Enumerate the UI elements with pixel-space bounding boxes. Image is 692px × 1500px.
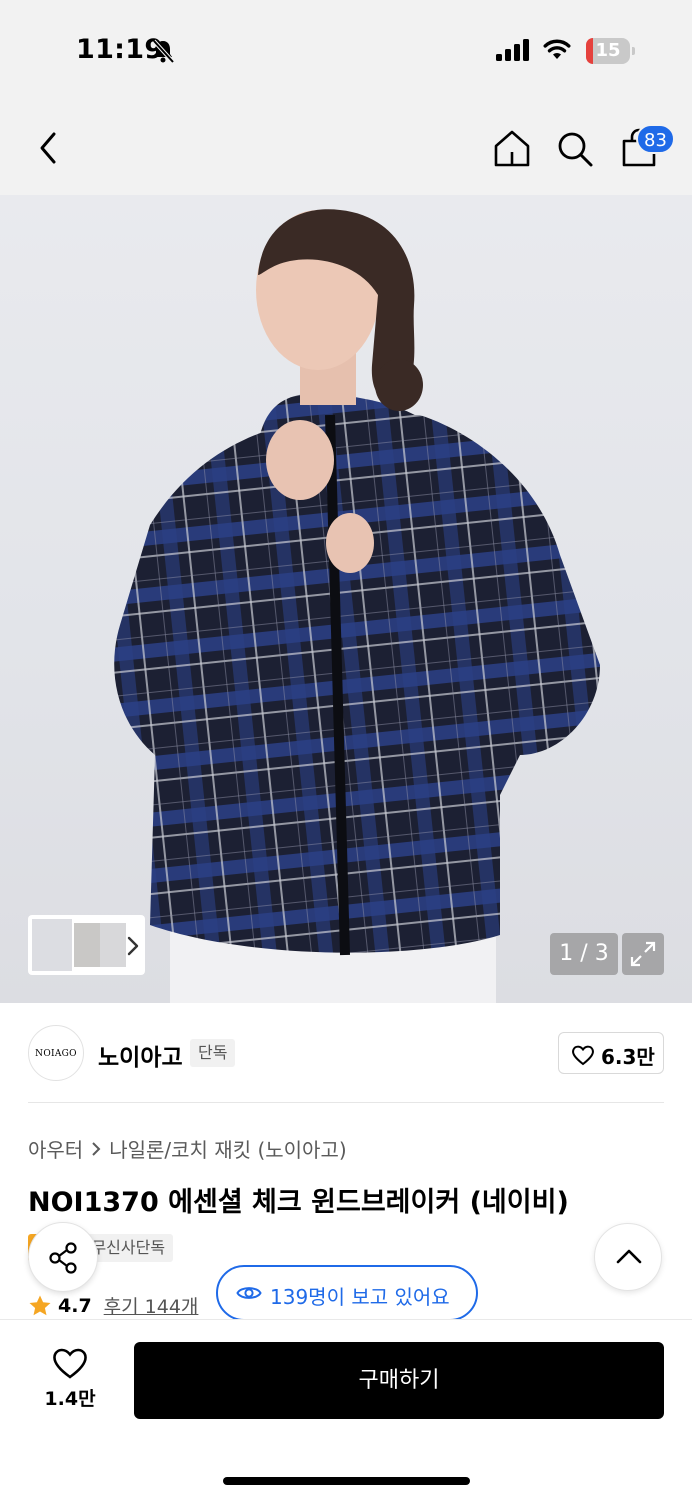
thumbnail-1[interactable] [32,919,72,971]
chevron-up-icon [616,1249,642,1264]
brand-name[interactable]: 노이아고 [98,1038,183,1072]
product-title: NOI1370 에센셜 체크 윈드브레이커 (네이비) [28,1187,569,1218]
review-count-link[interactable]: 후기 144개 [104,1292,199,1319]
search-icon[interactable] [556,130,594,168]
image-pager: 1 / 3 [550,933,618,975]
brand-like-count: 6.3만 [601,1045,655,1069]
heart-icon [572,1045,594,1066]
cart-count-badge[interactable]: 83 [636,124,675,154]
brand-exclusive-tag: 단독 [190,1039,236,1067]
wifi-icon [543,39,571,59]
status-bar: 11:19 15 [0,0,692,100]
breadcrumb-category[interactable]: 아우터 [28,1134,83,1163]
rating-score: 4.7 [58,1294,92,1317]
product-photo [114,209,601,1003]
thumbnail-2[interactable] [74,923,100,967]
brand-logo[interactable]: NOIAGO [28,1025,84,1081]
bottom-action-bar: 1.4만 구매하기 [0,1320,692,1500]
back-arrow-icon[interactable] [32,130,66,166]
buy-button[interactable]: 구매하기 [134,1342,664,1419]
wishlist-count: 1.4만 [44,1388,96,1410]
star-icon [29,1295,51,1315]
divider [28,1102,664,1103]
eye-icon [236,1287,262,1299]
scroll-top-button[interactable] [594,1223,662,1291]
thumbnail-3[interactable] [100,923,126,967]
live-viewers-pill: 139명이 보고 있어요 [216,1265,478,1321]
live-viewers-text: 139명이 보고 있어요 [270,1285,450,1309]
rating-row: 4.7 후기 144개 [28,1292,198,1319]
top-nav: 83 [0,100,692,195]
battery-icon: 15 [586,38,635,64]
brand-like-button[interactable]: 6.3만 [558,1032,664,1074]
bell-muted-icon [152,39,175,64]
home-icon[interactable] [492,128,532,168]
thumbnail-strip[interactable] [28,915,145,975]
wishlist-button[interactable]: 1.4만 [38,1346,102,1416]
share-icon [49,1242,77,1274]
product-image-carousel[interactable]: 1 / 3 [0,195,692,1003]
share-button[interactable] [28,1222,98,1292]
expand-button[interactable] [622,933,664,975]
battery-level: 15 [595,40,621,61]
breadcrumb-subcategory[interactable]: 나일론/코치 재킷 (노이아고) [109,1134,346,1163]
chevron-right-icon[interactable] [124,935,142,957]
signal-icon [496,39,529,61]
home-indicator [223,1477,470,1485]
breadcrumb: 아우터 나일론/코치 재킷 (노이아고) [28,1134,347,1163]
expand-icon [630,941,656,967]
heart-icon [53,1348,87,1379]
chevron-right-icon [92,1141,101,1156]
